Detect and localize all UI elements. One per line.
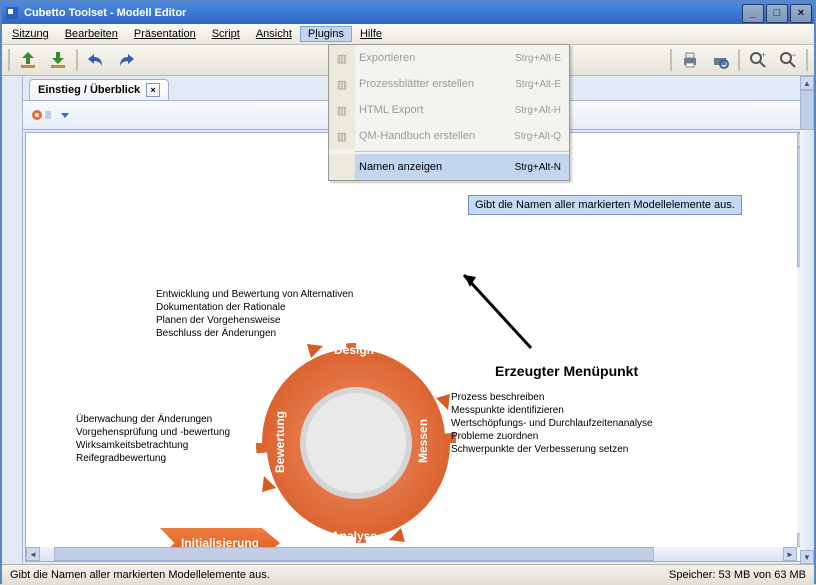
tab-label: Einstieg / Überblick [38,84,140,96]
undo-button[interactable] [84,48,108,72]
annotation-arrow [446,263,546,363]
menu-hilfe[interactable]: Hilfe [352,26,390,42]
title-bar: Cubetto Toolset - Modell Editor _ □ × [2,2,814,24]
menu-bearbeiten[interactable]: Bearbeiten [57,26,126,42]
tooltip: Gibt die Namen aller markierten Modellel… [468,195,742,215]
menu-item-qm-handbuch[interactable]: ▥ QM-Handbuch erstellen Strg+Alt-Q [329,123,569,149]
doc-icon: ▥ [337,78,347,91]
svg-text:+: + [761,50,766,60]
doc-icon: ▥ [337,52,347,65]
menu-sitzung[interactable]: Sitzung [4,26,57,42]
status-right: Speicher: 53 MB von 63 MB [669,569,806,581]
tab-close-button[interactable]: × [146,83,160,97]
menu-item-namen-anzeigen[interactable]: Namen anzeigen Strg+Alt-N [329,154,569,180]
print-button[interactable] [678,48,702,72]
messen-tasks: Prozess beschreiben Messpunkte identifiz… [451,391,653,456]
menu-plugins[interactable]: Plugins [300,26,352,42]
dropdown-icon[interactable] [61,111,69,119]
menu-item-html-export[interactable]: ▥ HTML Export Strg+Alt-H [329,97,569,123]
horizontal-scrollbar[interactable]: ◄ ► [26,547,797,561]
menu-praesentation[interactable]: Präsentation [126,26,204,42]
menu-ansicht[interactable]: Ansicht [248,26,300,42]
menu-bar: Sitzung Bearbeiten Präsentation Script A… [2,24,814,45]
doc-icon: ▥ [337,130,347,143]
bewertung-tasks: Überwachung der Änderungen Vorgehensprüf… [76,413,230,465]
doc-icon: ▥ [337,104,347,117]
outer-vertical-scrollbar[interactable]: ▲ ▼ [800,76,814,564]
menu-item-exportieren[interactable]: ▥ Exportieren Strg+Alt-E [329,45,569,71]
minimize-button[interactable]: _ [742,4,764,23]
annotation-label: Erzeugter Menüpunkt [495,363,638,379]
phase-design: Design [334,343,374,357]
print-preview-button[interactable] [708,48,732,72]
export-button[interactable] [46,48,70,72]
app-icon [4,5,20,21]
menu-script[interactable]: Script [204,26,248,42]
maximize-button[interactable]: □ [766,4,788,23]
phase-bewertung: Bewertung [273,411,287,473]
phase-init: Initialisierung [160,528,280,547]
zoom-out-button[interactable]: − [776,48,800,72]
menu-item-prozessblaetter[interactable]: ▥ Prozessblätter erstellen Strg+Alt-E [329,71,569,97]
status-bar: Gibt die Namen aller markierten Modellel… [2,564,814,585]
left-tab-rail[interactable] [2,76,23,564]
status-left: Gibt die Namen aller markierten Modellel… [10,569,270,581]
svg-text:−: − [791,50,796,60]
app-window: Cubetto Toolset - Modell Editor _ □ × Si… [0,0,816,584]
zoom-in-button[interactable]: + [746,48,770,72]
design-tasks: Entwicklung und Bewertung von Alternativ… [156,288,353,340]
phase-messen: Messen [416,419,430,463]
plugins-dropdown: ▥ Exportieren Strg+Alt-E ▥ Prozessblätte… [328,44,570,181]
import-button[interactable] [16,48,40,72]
phase-analyse: Analyse [331,529,377,543]
palette-icon[interactable] [31,107,53,123]
close-button[interactable]: × [790,4,812,23]
redo-button[interactable] [114,48,138,72]
tab-einstieg[interactable]: Einstieg / Überblick × [29,79,169,100]
window-title: Cubetto Toolset - Modell Editor [24,7,186,19]
